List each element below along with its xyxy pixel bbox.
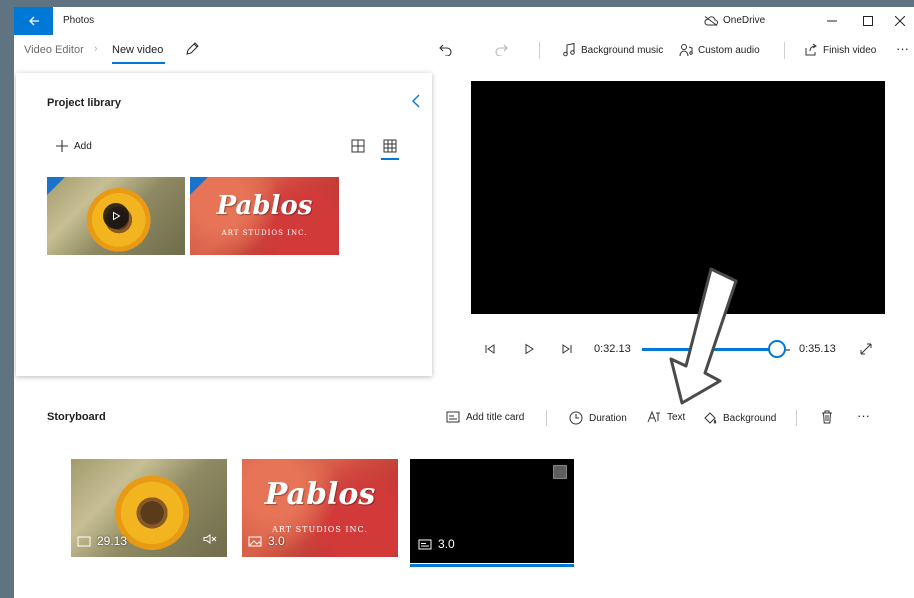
back-button[interactable] bbox=[14, 7, 53, 35]
onedrive-label: OneDrive bbox=[723, 15, 766, 26]
finish-video-button[interactable]: Finish video bbox=[804, 43, 876, 57]
add-title-card-button[interactable]: Add title card bbox=[446, 411, 524, 423]
project-library-title: Project library bbox=[47, 97, 121, 109]
view-mode-active-underline bbox=[381, 158, 399, 160]
next-frame-icon[interactable] bbox=[560, 342, 574, 356]
collapse-chevron-icon[interactable] bbox=[409, 93, 423, 109]
clip-duration: 3.0 bbox=[248, 534, 285, 548]
pablos-subtitle-text: ART STUDIOS INC. bbox=[272, 525, 368, 534]
more-dots-icon: ··· bbox=[857, 408, 870, 423]
speaker-mute-icon bbox=[203, 534, 217, 544]
image-clip-icon bbox=[248, 536, 262, 546]
play-icon bbox=[113, 211, 121, 221]
title-card-icon bbox=[446, 411, 460, 423]
custom-audio-button[interactable]: Custom audio bbox=[679, 43, 760, 57]
duration-label: Duration bbox=[589, 412, 627, 424]
clip-duration: 29.13 bbox=[77, 534, 127, 548]
pablos-logo-text: Pablos bbox=[264, 477, 376, 512]
pablos-logo-text: Pablos bbox=[216, 191, 313, 221]
storyboard-toolbar-divider bbox=[796, 410, 797, 426]
storyboard-more-button[interactable]: ··· bbox=[857, 408, 870, 423]
more-dots-icon: ··· bbox=[896, 41, 909, 56]
muted-speaker-icon[interactable] bbox=[203, 534, 217, 547]
storyboard-clip-sunflower[interactable]: 29.13 bbox=[71, 459, 227, 557]
library-item-sunflower-video[interactable] bbox=[47, 177, 185, 255]
current-time: 0:32.13 bbox=[594, 343, 631, 355]
back-arrow-icon bbox=[28, 16, 39, 26]
toolbar-more-button[interactable]: ··· bbox=[896, 41, 909, 56]
plus-icon bbox=[56, 140, 68, 152]
play-button-icon[interactable] bbox=[522, 342, 536, 356]
breadcrumb-active-underline bbox=[112, 62, 165, 64]
cloud-off-icon bbox=[704, 15, 718, 26]
previous-frame-icon[interactable] bbox=[483, 342, 497, 356]
close-icon bbox=[895, 16, 905, 26]
minimize-button[interactable] bbox=[820, 11, 844, 31]
play-overlay-button[interactable] bbox=[103, 203, 129, 229]
title-card-icon bbox=[418, 539, 432, 549]
app-title: Photos bbox=[63, 15, 95, 26]
background-music-label: Background music bbox=[581, 44, 664, 56]
export-icon bbox=[805, 43, 817, 56]
used-in-project-badge bbox=[47, 177, 65, 195]
maximize-icon bbox=[863, 16, 873, 26]
breadcrumb-video-editor[interactable]: Video Editor bbox=[24, 44, 84, 56]
title-bar: Photos OneDrive bbox=[14, 7, 914, 35]
custom-audio-label: Custom audio bbox=[698, 44, 760, 56]
small-grid-view-icon[interactable] bbox=[383, 139, 397, 153]
toolbar-divider bbox=[539, 42, 540, 59]
breadcrumb-chevron-icon: › bbox=[94, 43, 98, 55]
music-note-icon bbox=[563, 43, 575, 57]
library-item-pablos-image[interactable]: Pablos ART STUDIOS INC. bbox=[190, 177, 339, 255]
storyboard-toolbar-divider bbox=[546, 410, 547, 426]
background-music-button[interactable]: Background music bbox=[562, 43, 663, 57]
add-title-card-label: Add title card bbox=[466, 411, 525, 423]
close-button[interactable] bbox=[888, 11, 912, 31]
fullscreen-expand-icon[interactable] bbox=[859, 342, 873, 356]
redo-icon[interactable] bbox=[494, 42, 508, 56]
storyboard-clip-title-card[interactable]: 3.0 bbox=[410, 459, 574, 563]
clip-duration: 3.0 bbox=[418, 537, 455, 551]
minimize-icon bbox=[827, 20, 837, 22]
video-clip-icon bbox=[77, 536, 91, 546]
add-media-label: Add bbox=[74, 140, 92, 152]
duration-button[interactable]: Duration bbox=[569, 411, 627, 425]
delete-trash-icon[interactable] bbox=[821, 410, 833, 424]
project-library-panel: Project library Add Pablos ART STUDIOS I… bbox=[16, 73, 432, 376]
large-grid-view-icon[interactable] bbox=[351, 139, 365, 153]
annotation-arrow-icon bbox=[669, 267, 738, 405]
onedrive-status[interactable]: OneDrive bbox=[704, 15, 765, 26]
breadcrumb-new-video: New video bbox=[112, 44, 164, 56]
storyboard-clip-pablos[interactable]: Pablos ART STUDIOS INC. 3.0 bbox=[242, 459, 398, 557]
clock-icon bbox=[569, 411, 583, 425]
selected-clip-underline bbox=[410, 564, 574, 567]
seek-bar-thumb[interactable] bbox=[768, 340, 787, 358]
rename-pencil-icon[interactable] bbox=[184, 41, 200, 57]
total-time: 0:35.13 bbox=[799, 343, 836, 355]
toolbar-divider bbox=[784, 42, 785, 59]
clip-duration-value: 3.0 bbox=[438, 537, 455, 551]
storyboard-title: Storyboard bbox=[47, 411, 106, 423]
finish-video-label: Finish video bbox=[823, 44, 877, 56]
photos-window: Photos OneDrive Video Editor › New video… bbox=[14, 7, 914, 598]
maximize-button[interactable] bbox=[856, 11, 880, 31]
add-media-button[interactable]: Add bbox=[56, 140, 92, 152]
clip-select-checkbox[interactable] bbox=[553, 465, 567, 479]
person-audio-icon bbox=[679, 44, 693, 57]
undo-icon[interactable] bbox=[439, 42, 453, 56]
pablos-subtitle-text: ART STUDIOS INC. bbox=[221, 229, 308, 237]
clip-duration-value: 29.13 bbox=[97, 534, 128, 548]
clip-duration-value: 3.0 bbox=[268, 534, 285, 548]
